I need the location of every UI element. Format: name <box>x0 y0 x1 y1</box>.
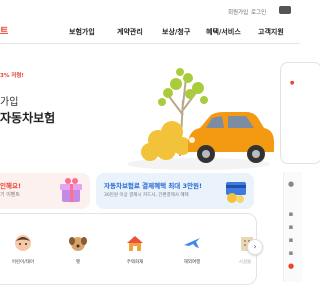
car-tree-illustration <box>128 68 274 170</box>
house-icon[interactable] <box>125 233 145 253</box>
hero-badge: 3% 저렴! <box>0 73 24 79</box>
payment-benefit-subtitle: 30만원 이상 결제시 카드사, 간편결제사 혜택 <box>104 193 189 198</box>
nav-insurance-join[interactable]: 보험가입 <box>69 27 95 37</box>
side-promo-card[interactable] <box>280 62 320 164</box>
nav-contract-management[interactable]: 계약관리 <box>117 27 143 37</box>
gift-icon <box>60 178 82 202</box>
category-label-house-fire: 주택화재 <box>126 260 144 265</box>
logo[interactable]: 트 <box>0 24 8 37</box>
event-banner-title: 인해요! <box>0 182 21 190</box>
header-divider <box>0 43 300 44</box>
category-label-travel: 해외여행 <box>183 260 201 265</box>
list-icon[interactable]: ▪ <box>287 223 295 231</box>
alert-icon[interactable]: ● <box>287 262 295 270</box>
event-banner-subtitle: 기 이벤트 <box>0 192 20 198</box>
child-icon[interactable] <box>13 233 33 253</box>
nav-benefits[interactable]: 혜택/서비스 <box>206 27 241 37</box>
category-label-facility: 시설물 <box>238 260 252 265</box>
nav-customer-support[interactable]: 고객지원 <box>258 27 284 37</box>
chat-icon[interactable]: ▪ <box>287 249 295 257</box>
quick-menu-icon[interactable]: ● <box>287 180 295 188</box>
hero-title: 자동차보험 <box>0 111 56 125</box>
phone-icon[interactable]: ▪ <box>287 236 295 244</box>
category-label-pet: 펫 <box>75 260 81 265</box>
card-coin-icon <box>226 182 246 203</box>
dog-icon[interactable] <box>68 233 88 253</box>
airplane-icon[interactable] <box>182 233 202 253</box>
payment-benefit-title: 자동차보험료 결제혜택 최대 3만원! <box>104 182 202 190</box>
hero-subtitle: 가입 <box>0 97 19 108</box>
category-label-child: 어린이/태아 <box>11 260 35 265</box>
side-promo-mark: ● <box>290 80 295 86</box>
nav-claims[interactable]: 보상/청구 <box>162 27 190 37</box>
language-icon[interactable] <box>279 6 291 14</box>
login-link[interactable]: 로그인 <box>251 8 266 16</box>
signup-link[interactable]: 회원가입 <box>228 8 248 16</box>
document-icon[interactable]: ▪ <box>287 210 295 218</box>
category-next-button[interactable]: › <box>247 239 263 255</box>
